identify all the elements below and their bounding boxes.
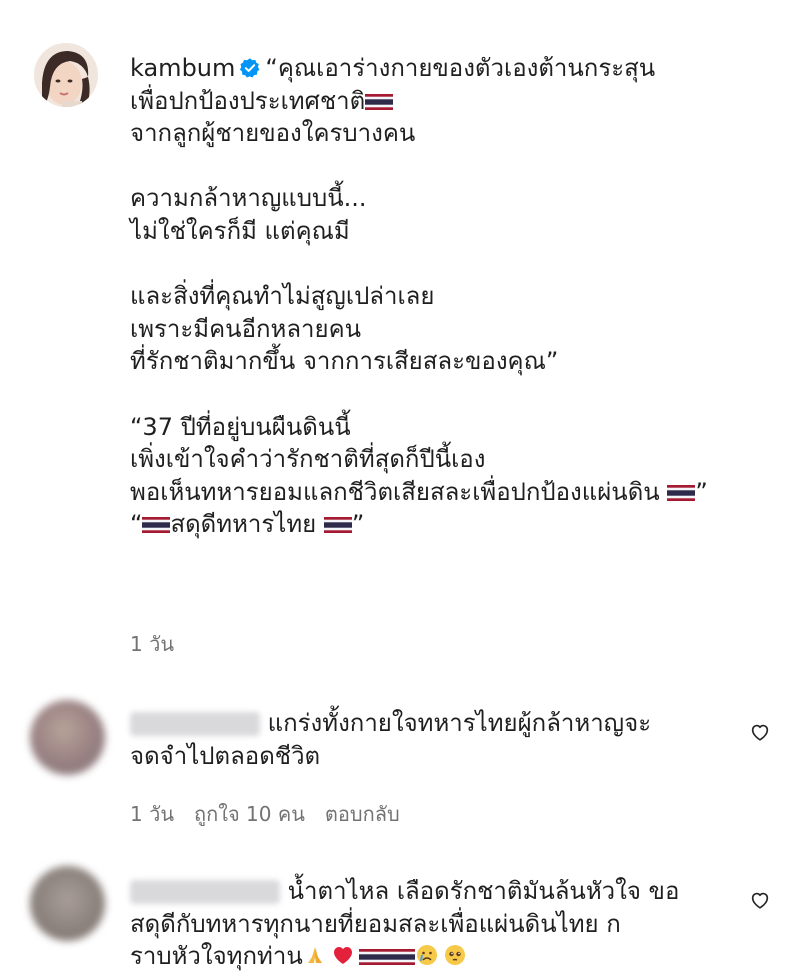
comment-line-5: ความกล้าหาญแบบนี้... (130, 184, 367, 213)
comment-line-8: และสิ่งที่คุณทำไม่สูญเปล่าเลย (130, 282, 435, 311)
thai-flag-icon (323, 509, 352, 534)
reply-1: แกร่งทั้งกายใจทหารไทยผู้กล้าหาญจะ จดจำไป… (130, 707, 730, 772)
blurred-username[interactable] (130, 712, 260, 736)
praying-hands-emoji (303, 943, 327, 967)
crying-face-emoji (415, 943, 439, 967)
reply-2-line-2: สดุดีกับทหารทุกนายที่ยอมสละเพื่อแผ่นดินไ… (130, 909, 621, 938)
comment-line-14: พอเห็นทหารยอมแลกชีวิตเสียสละเพื่อปกป้องแ… (130, 477, 660, 506)
comment-line-6: ไม่ใช่ใครก็มี แต่คุณมี (130, 216, 350, 245)
thai-flag-icon (358, 941, 387, 966)
reply-2-line-3: ราบหัวใจทุกท่าน (130, 942, 303, 971)
main-comment-meta: 1 วัน (130, 628, 194, 660)
comment-line-3: จากลูกผู้ชายของใครบางคน (130, 119, 416, 148)
comment-line-15: สดุดีทหารไทย (170, 510, 317, 539)
thai-flag-icon (667, 477, 696, 501)
comment-line-1: “คุณเอาร่างกายของตัวเองต้านกระสุน (265, 54, 656, 82)
avatar-kambum[interactable] (34, 43, 98, 107)
comment-line-10: ที่รักชาติมากขึ้น จากการเสียสละของคุณ” (130, 347, 559, 376)
avatar-reply-1[interactable] (30, 700, 105, 775)
thai-flag-icon (386, 941, 415, 966)
blurred-username[interactable] (130, 880, 280, 904)
main-comment: kambum “คุณเอาร่างกายของตัวเองต้านกระสุน … (130, 52, 780, 541)
username[interactable]: kambum (130, 54, 235, 82)
thai-flag-icon (142, 509, 171, 534)
reply-2: น้ำตาไหล เลือดรักชาติมันล้นหัวใจ ขอ สดุด… (130, 875, 730, 973)
verified-badge-icon (239, 55, 261, 78)
comment-time[interactable]: 1 วัน (130, 632, 174, 656)
reply-1-meta: 1 วัน ถูกใจ 10 คน ตอบกลับ (130, 798, 420, 830)
reply-1-reply-button[interactable]: ตอบกลับ (325, 802, 400, 826)
comment-line-13: เพิ่งเข้าใจคำว่ารักชาติที่สุดก็ปีนี้เอง (130, 445, 486, 474)
comment-line-9: เพราะมีคนอีกหลายคน (130, 314, 362, 343)
red-heart-emoji (331, 943, 355, 967)
reply-1-time[interactable]: 1 วัน (130, 802, 174, 826)
heart-icon[interactable] (749, 889, 771, 911)
heart-icon[interactable] (749, 721, 771, 743)
reply-1-line-2: จดจำไปตลอดชีวิต (130, 741, 321, 770)
thai-flag-icon (365, 86, 394, 110)
reply-2-line-1: น้ำตาไหล เลือดรักชาติมันล้นหัวใจ ขอ (287, 877, 680, 905)
pleading-face-emoji (443, 943, 467, 967)
comment-line-2: เพื่อปกป้องประเทศชาติ (130, 86, 366, 115)
reply-1-line-1: แกร่งทั้งกายใจทหารไทยผู้กล้าหาญจะ (267, 709, 652, 737)
reply-1-likes[interactable]: ถูกใจ 10 คน (194, 802, 305, 826)
avatar-reply-2[interactable] (30, 866, 105, 941)
comment-line-12: “37 ปีที่อยู่บนผืนดินนี้ (130, 412, 351, 441)
